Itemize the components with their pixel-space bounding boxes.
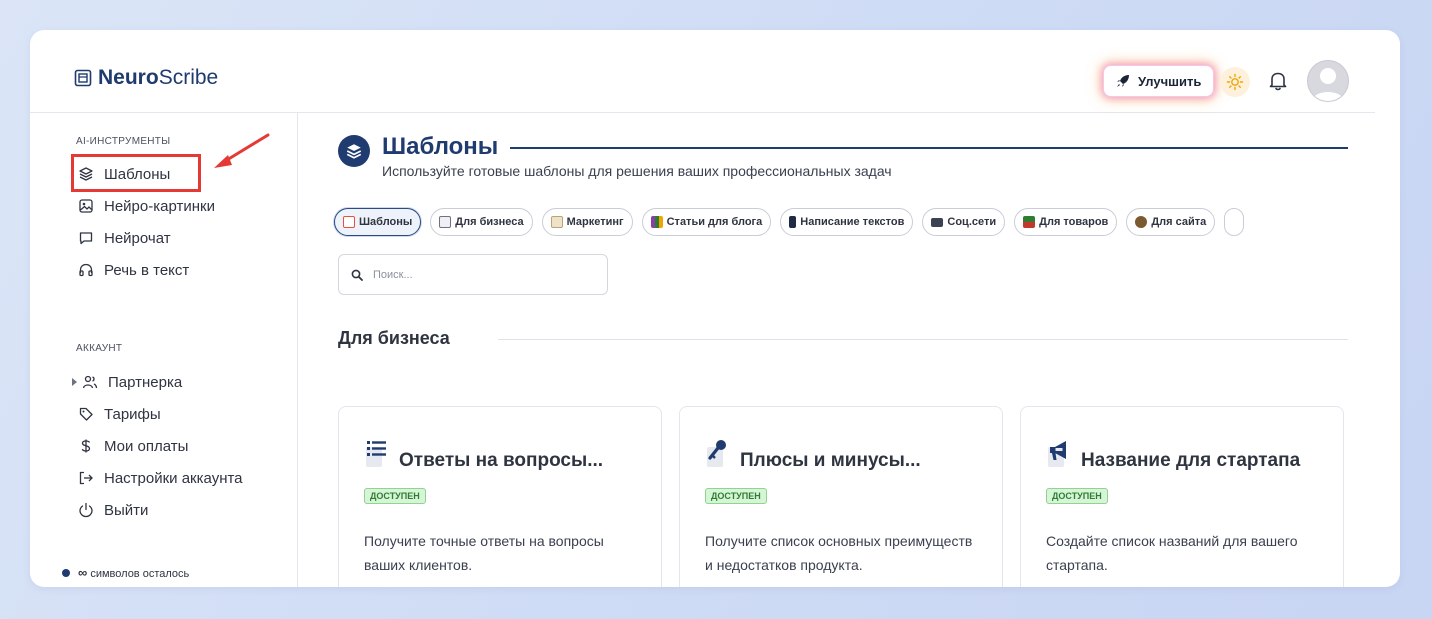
search-icon (351, 269, 363, 281)
sidebar-item-label: Мои оплаты (104, 437, 189, 455)
card-description: Создайте список названий для вашего стар… (1046, 533, 1298, 573)
card-title: Ответы на вопросы... (399, 450, 604, 471)
main-content: Шаблоны Используйте готовые шаблоны для … (298, 113, 1375, 587)
caret-right-icon (72, 378, 77, 386)
chat-icon (79, 232, 93, 245)
chip-label: Для сайта (1151, 216, 1207, 228)
status-dot (62, 568, 70, 577)
sidebar: AI-ИНСТРУМЕНТЫ Шаблоны Нейро-картинки Не… (30, 113, 298, 587)
cat-face-icon (1135, 216, 1148, 228)
memo-icon (550, 216, 563, 228)
card-title: Плюсы и минусы... (740, 450, 921, 471)
chip-more[interactable] (1224, 208, 1245, 236)
logo[interactable]: NeuroScribe (74, 66, 218, 90)
title-divider (510, 147, 1348, 149)
theme-toggle-button[interactable] (1220, 67, 1250, 97)
chip-label: Для товаров (1039, 216, 1109, 228)
list-icon (366, 441, 386, 467)
annotation-highlight-box (71, 154, 201, 192)
sidebar-item-payments[interactable]: Мои оплаты (78, 434, 188, 458)
credits-label: символов осталось (90, 568, 190, 580)
sidebar-item-label: Выйти (104, 501, 149, 519)
rocket-icon (1117, 75, 1129, 87)
status-badge: ДОСТУПЕН (705, 488, 767, 504)
sidebar-section-account: АККАУНТ (76, 343, 123, 354)
upgrade-label: Улучшить (1138, 73, 1202, 89)
credits-value: ∞ (78, 565, 88, 580)
megaphone-icon (1048, 441, 1066, 467)
template-card[interactable]: Плюсы и минусы... ДОСТУПЕН Получите спис… (679, 406, 1003, 587)
chip-label: Статьи для блога (666, 216, 763, 228)
sidebar-item-label: Речь в текст (104, 261, 190, 279)
logout-arrow-icon (79, 471, 93, 485)
sidebar-item-partners[interactable]: Партнерка (72, 370, 182, 394)
chip-templates[interactable]: Шаблоны (334, 208, 422, 236)
phone-icon (789, 216, 797, 228)
section-divider (498, 339, 1348, 340)
annotation-arrow-icon (214, 133, 270, 168)
chip-label: Для бизнеса (455, 216, 524, 228)
user-icon (1312, 68, 1344, 101)
users-icon (82, 375, 98, 389)
chip-social-media[interactable]: Соц.сети (922, 208, 1006, 236)
category-filter-bar: Шаблоны Для бизнеса Маркетинг Статьи для… (334, 208, 1245, 236)
sidebar-item-label: Тарифы (104, 405, 161, 423)
sidebar-section-tools: AI-ИНСТРУМЕНТЫ (76, 136, 171, 147)
headphones-icon (79, 263, 93, 277)
sidebar-item-account-settings[interactable]: Настройки аккаунта (78, 466, 243, 490)
sidebar-item-tariffs[interactable]: Тарифы (78, 402, 161, 426)
chip-blog-articles[interactable]: Статьи для блога (641, 208, 772, 236)
power-icon (79, 502, 93, 518)
chip-for-website[interactable]: Для сайта (1126, 208, 1216, 236)
search-input[interactable] (371, 267, 595, 282)
logo-rest-text: Scribe (158, 66, 219, 89)
template-card[interactable]: Название для стартапа ДОСТУПЕН Создайте … (1020, 406, 1344, 587)
sun-icon (1226, 73, 1244, 91)
laptop-icon (931, 217, 944, 227)
sidebar-item-label: Настройки аккаунта (104, 469, 243, 487)
search-box (338, 254, 608, 295)
card-description: Получите список основных преимуществ и н… (705, 533, 973, 573)
upgrade-button[interactable]: Улучшить (1103, 65, 1215, 97)
sidebar-item-label: Партнерка (108, 373, 183, 391)
chip-label: Соц.сети (947, 216, 997, 228)
sidebar-item-speech-to-text[interactable]: Речь в текст (78, 258, 189, 282)
templates-emoji-icon (343, 216, 355, 228)
dollar-icon (81, 439, 91, 453)
page-title: Шаблоны (382, 133, 499, 160)
chip-label: Шаблоны (359, 216, 413, 228)
key-icon (707, 440, 726, 467)
section-title: Для бизнеса (338, 328, 450, 348)
card-description: Получите точные ответы на вопросы ваших … (364, 533, 604, 573)
card-title: Название для стартапа (1081, 450, 1301, 471)
avatar[interactable] (1307, 60, 1349, 102)
document-icon (74, 69, 92, 87)
document-icon (439, 216, 452, 228)
sidebar-item-label: Нейро-картинки (104, 197, 215, 215)
status-badge: ДОСТУПЕН (1046, 488, 1108, 504)
chip-label: Написание текстов (800, 216, 905, 228)
chip-business[interactable]: Для бизнеса (430, 208, 533, 236)
chip-for-products[interactable]: Для товаров (1014, 208, 1118, 236)
logo-bold-text: Neuro (98, 66, 159, 89)
tag-icon (79, 407, 93, 421)
sidebar-item-neuro-images[interactable]: Нейро-картинки (78, 194, 215, 218)
layers-icon (338, 135, 370, 167)
sidebar-item-logout[interactable]: Выйти (78, 498, 148, 522)
chip-writing-texts[interactable]: Написание текстов (780, 208, 914, 236)
chip-label: Маркетинг (566, 216, 624, 228)
template-card[interactable]: Ответы на вопросы... ДОСТУПЕН Получите т… (338, 406, 662, 587)
credits-remaining: ∞ символов осталось (62, 565, 189, 580)
bell-icon[interactable] (1267, 70, 1289, 92)
image-icon (79, 199, 93, 213)
page-subtitle: Используйте готовые шаблоны для решения … (382, 163, 892, 179)
status-badge: ДОСТУПЕН (364, 488, 426, 504)
sidebar-item-label: Нейрочат (104, 229, 171, 247)
sidebar-item-neurochat[interactable]: Нейрочат (78, 226, 171, 250)
top-bar: NeuroScribe Улучшить (30, 30, 1375, 113)
chip-marketing[interactable]: Маркетинг (541, 208, 633, 236)
books-icon (650, 216, 663, 228)
app-window: NeuroScribe Улучшить AI-ИНСТРУМЕНТЫ Шабл… (30, 30, 1400, 587)
ledger-icon (1023, 216, 1036, 228)
